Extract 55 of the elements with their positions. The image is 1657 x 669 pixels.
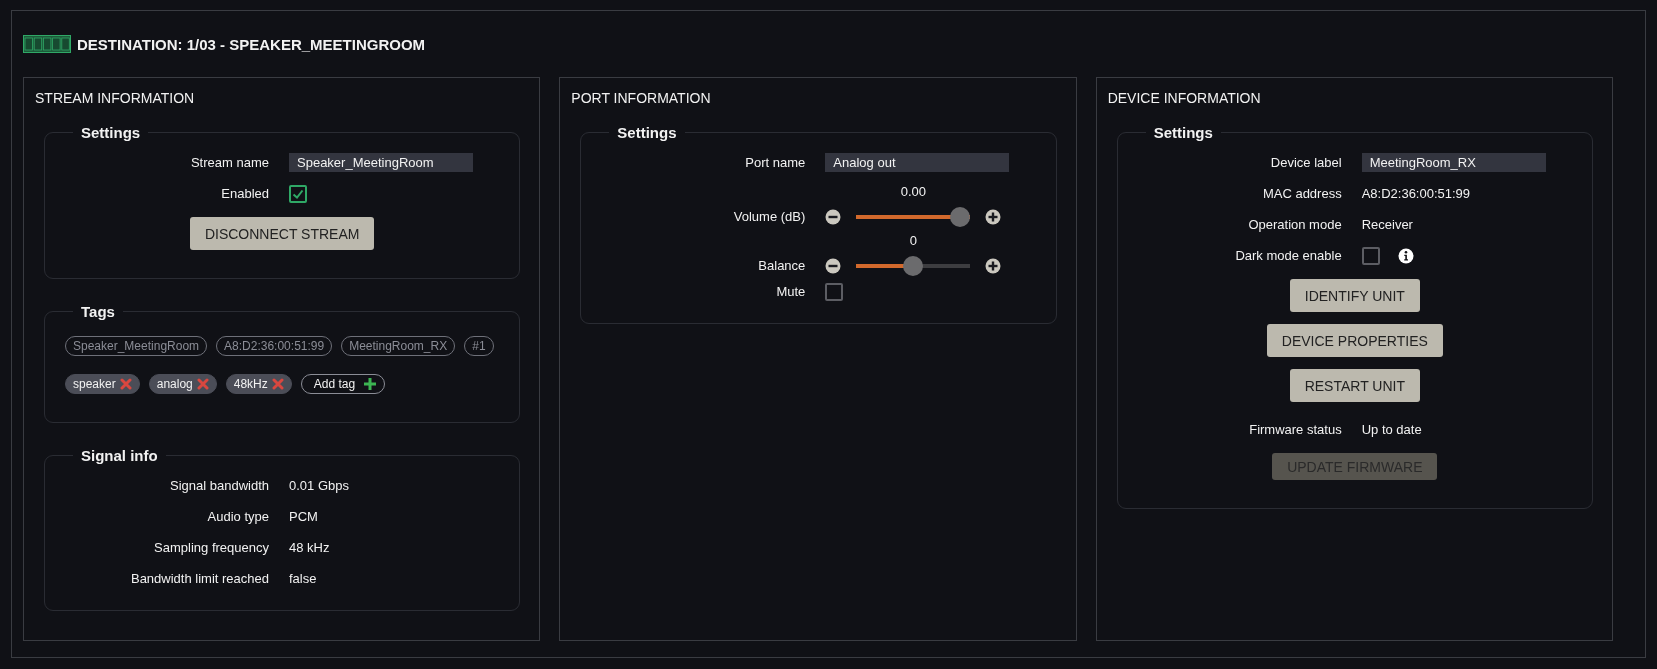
field-value: Receiver [1361,217,1413,232]
text-field[interactable]: Speaker_MeetingRoom [289,153,473,172]
panel-title: DEVICE INFORMATION [1107,90,1262,106]
field-value: Up to date [1361,422,1422,437]
field-label: Mute [775,284,806,299]
info-icon[interactable] [1397,247,1414,264]
field-value: PCM [289,509,318,524]
tag-chip: analog [148,374,217,394]
action-button[interactable]: RESTART UNIT [1289,369,1420,402]
field-label: Bandwidth limit reached [129,571,269,586]
tag-chip: speaker [65,374,140,394]
panel-title: PORT INFORMATION [571,90,712,106]
action-button[interactable]: DEVICE PROPERTIES [1266,324,1443,357]
field-label: Device label [1269,155,1342,170]
field-label: MAC address [1261,186,1342,201]
plus-icon[interactable] [985,258,1002,274]
field-value: false [289,571,317,586]
slider-thumb[interactable] [950,207,971,227]
field-value: 0.01 Gbps [289,478,349,493]
action-button[interactable]: IDENTIFY UNIT [1289,279,1420,312]
text-field[interactable]: Analog out [825,153,1010,172]
field-label: Balance [757,257,806,275]
field-label: Sampling frequency [153,540,269,555]
page-title: DESTINATION: 1/03 - SPEAKER_MEETINGROOM [77,35,426,53]
group-title: Tags [80,303,116,320]
field-label: Audio type [206,509,269,524]
group-title: Settings [80,124,142,141]
field-label: Volume (dB) [732,208,806,226]
text-field[interactable]: MeetingRoom_RX [1361,153,1546,172]
group-title: Settings [1152,124,1214,141]
field-label: Enabled [220,186,269,201]
slider-value: 0.00 [900,184,926,199]
slider-thumb[interactable] [903,256,924,276]
panel-title: STREAM INFORMATION [35,90,196,106]
minus-icon[interactable] [825,209,842,225]
field-label: Stream name [189,155,269,170]
field-label: Dark mode enable [1234,248,1342,263]
field-label: Port name [744,155,806,170]
group-title: Signal info [80,447,159,464]
checkbox[interactable] [289,184,307,203]
field-label: Firmware status [1248,422,1342,437]
tag-chip: 48kHz [225,374,292,394]
plus-icon[interactable] [985,209,1002,225]
group-title: Settings [616,124,678,141]
field-value: 48 kHz [289,540,330,555]
field-label: Operation mode [1247,217,1342,232]
connector-icon [23,35,71,53]
field-value: A8:D2:36:00:51:99 [1361,186,1471,201]
checkbox[interactable] [825,282,844,301]
action-button[interactable]: DISCONNECT STREAM [189,217,375,250]
slider-value: 0 [909,233,917,248]
field-label: Signal bandwidth [168,478,269,493]
plus-icon [364,378,377,390]
checkbox[interactable] [1361,246,1380,265]
minus-icon[interactable] [825,258,842,274]
